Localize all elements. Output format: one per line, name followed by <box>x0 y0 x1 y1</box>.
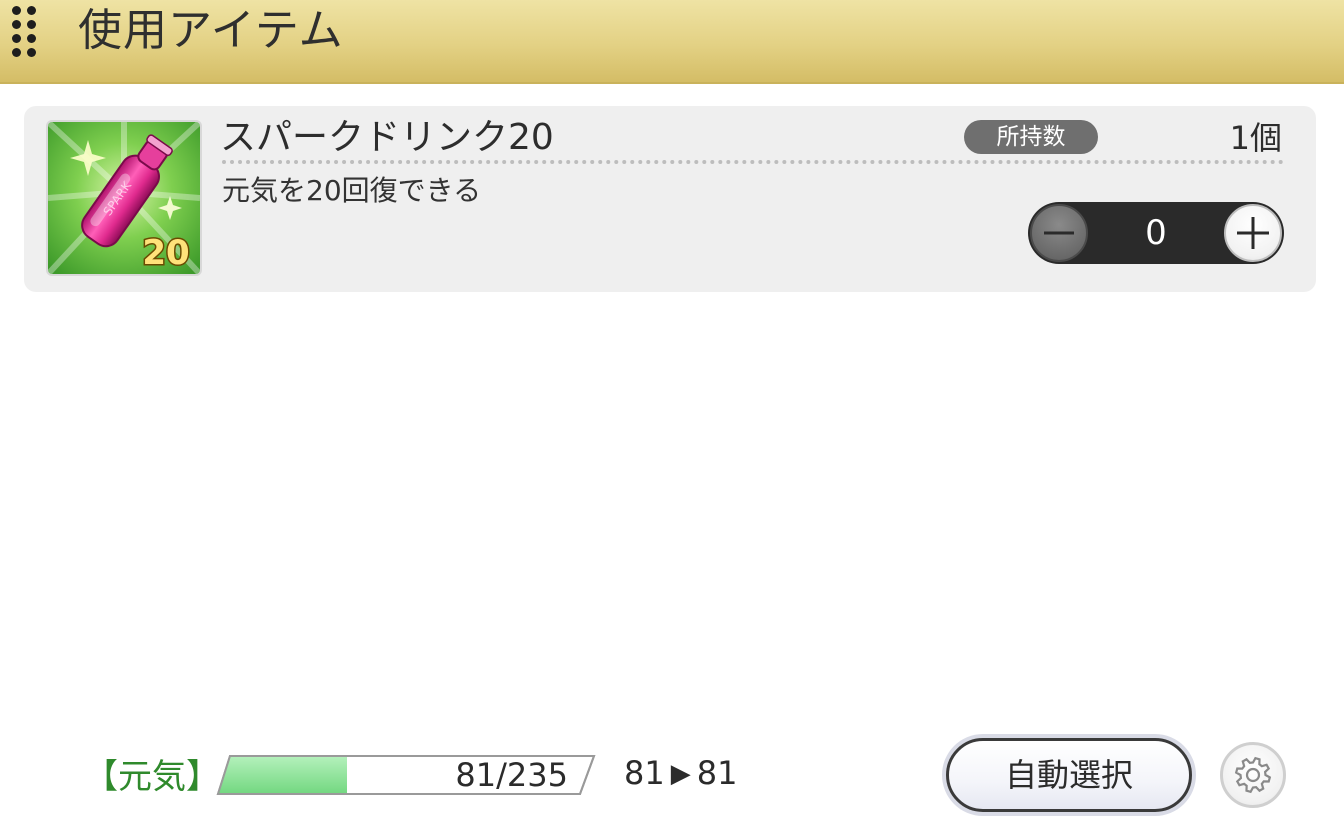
stamina-gauge: 81/235 <box>216 754 596 796</box>
item-card: SPARK 20 スパークドリンク20 所持数 1個 元気を20回復できる 0 <box>24 106 1316 292</box>
page-title: 使用アイテム <box>78 5 344 56</box>
stamina-label: 【元気】 <box>84 757 220 797</box>
increment-button[interactable] <box>1224 204 1282 262</box>
item-name: スパークドリンク20 <box>220 117 554 158</box>
header-bar: 使用アイテム <box>0 0 1344 84</box>
svg-text:20: 20 <box>142 233 189 273</box>
settings-button[interactable] <box>1220 742 1286 808</box>
stamina-change: 81 ▶ 81 <box>624 750 737 797</box>
arrow-right-icon: ▶ <box>670 759 691 789</box>
item-thumbnail: SPARK 20 <box>46 120 202 276</box>
quantity-value: 0 <box>1145 213 1167 253</box>
plus-icon <box>1237 217 1269 249</box>
owned-count-badge: 所持数 <box>964 120 1098 154</box>
stamina-fill <box>218 756 347 794</box>
quantity-stepper: 0 <box>1028 202 1284 264</box>
auto-select-button[interactable]: 自動選択 <box>946 738 1192 812</box>
stamina-after: 81 <box>696 754 738 792</box>
stamina-before: 81 <box>624 754 665 792</box>
owned-count-value: 1個 <box>1229 119 1282 157</box>
stamina-value: 81/235 <box>455 756 568 794</box>
drag-handle-icon[interactable] <box>10 6 40 60</box>
decrement-button[interactable] <box>1030 204 1088 262</box>
divider <box>222 160 1284 164</box>
gear-icon <box>1234 756 1272 794</box>
spark-drink-bottle-icon: SPARK 20 <box>48 122 200 274</box>
minus-icon <box>1044 231 1074 235</box>
item-description: 元気を20回復できる <box>222 174 482 207</box>
